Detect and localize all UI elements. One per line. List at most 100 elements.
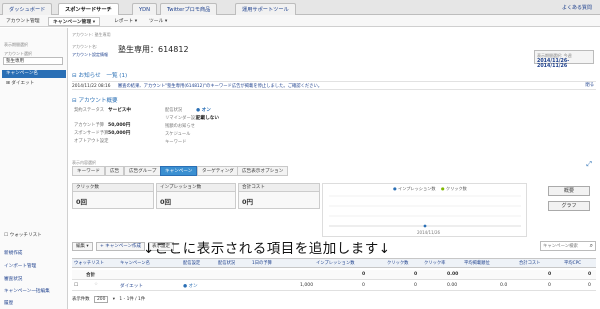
chevron-down-icon[interactable]: ▾	[113, 297, 115, 302]
status-key: 契約ステータス	[74, 108, 105, 113]
row-watch-icon[interactable]: ☆	[94, 282, 98, 287]
menu-campaign-management[interactable]: キャンペーン管理 ▾	[48, 17, 101, 26]
account-summary-heading[interactable]: ⊟ アカウント概要	[72, 96, 118, 104]
row-cpc: 0	[588, 283, 591, 288]
sidebar-link-new[interactable]: 新規作成	[4, 250, 22, 256]
metric-impressions-value: 0回	[160, 198, 172, 206]
remaining-key: 残額のお知らせ	[165, 124, 195, 129]
trend-graph: ● インプレッション数 ● クリック数 2014/11/26	[322, 183, 527, 237]
tab-sponsored-search[interactable]: スポンサードサーチ	[58, 3, 119, 15]
summary-button[interactable]: 概要	[548, 186, 590, 196]
account-title: 塾生専用：614812	[118, 45, 189, 54]
notice-close-link[interactable]: 閉る	[585, 82, 594, 88]
sponsored-budget-key: スポンサード予算	[74, 131, 109, 136]
metric-impressions-label: インプレッション数	[157, 184, 235, 192]
pagination-bar: 表示件数 200 ▾ 1 - 1件 / 1件	[72, 295, 272, 304]
menu-account-management[interactable]: アカウント管理	[2, 17, 44, 26]
annotation-text: ↓ここに表示される項目を追加します↓	[143, 241, 391, 257]
edit-menu-button[interactable]: 編集 ▾	[72, 242, 93, 251]
graph-legend: ● インプレッション数 ● クリック数	[393, 186, 467, 192]
sidebar-tab-diet-label: ダイエット	[11, 81, 35, 86]
metric-impressions[interactable]: インプレッション数 0回	[156, 183, 236, 209]
graph-button[interactable]: グラフ	[548, 201, 590, 211]
legend-clicks-marker: ●	[440, 186, 445, 191]
tab-ad-group[interactable]: 広告グループ	[124, 166, 162, 176]
content-tabs: キーワード 広告 広告グループ キャンペーン ターゲティング 広告表示オプション	[72, 166, 596, 176]
metric-cost-label: 合計コスト	[239, 184, 319, 192]
col-avg-cpc[interactable]: 平均CPC	[564, 259, 581, 269]
account-budget-key: アカウント予算	[74, 123, 105, 128]
col-delivery-setting[interactable]: 配信設定	[183, 259, 200, 269]
notice-count: 一覧 (1)	[106, 73, 128, 79]
metric-clicks-value: 0回	[76, 198, 88, 206]
col-delivery-status[interactable]: 配信状況	[218, 259, 235, 269]
col-daily-budget[interactable]: 1日の予算	[252, 259, 272, 269]
metric-clicks[interactable]: クリック数 0回	[72, 183, 154, 209]
notice-row: 2014/11/22 08:16 審査の結果、アカウント"塾生専用(614812…	[72, 81, 596, 90]
sidebar-link-review[interactable]: 審査状況	[4, 276, 22, 282]
sidebar-tab-diet[interactable]: ⊞ ダイエット	[2, 80, 66, 88]
tab-twitter[interactable]: Twitterプロモ商品	[160, 3, 218, 15]
graph-point-impressions	[423, 224, 427, 228]
col-ctr[interactable]: クリック率	[424, 259, 445, 269]
faq-link[interactable]: よくある質問	[562, 4, 592, 11]
menu-tools[interactable]: ツール ▾	[145, 17, 171, 26]
table-header: ウォッチリスト キャンペーン名 配信設定 配信状況 1日の予算 インプレッション…	[72, 258, 596, 268]
sponsored-budget-value: 50,000円	[108, 131, 131, 136]
tab-ad-extensions[interactable]: 広告表示オプション	[237, 166, 289, 176]
tab-ydn[interactable]: YDN	[132, 3, 158, 15]
per-page-label: 表示件数	[72, 297, 90, 302]
sidebar-period-label: 表示期間選択	[4, 42, 28, 47]
account-select[interactable]: 塾生専用	[3, 57, 63, 65]
breadcrumb: アカウント: 塾生専用	[72, 32, 111, 37]
tab-support-tools[interactable]: 運用サポートツール	[235, 3, 296, 15]
row-campaign-name[interactable]: ダイエット	[120, 283, 143, 289]
row-delivery-status[interactable]: ● オン	[183, 283, 198, 289]
create-campaign-button[interactable]: + キャンペーン作成	[96, 242, 145, 251]
optout-key: オプトアウト設定	[74, 139, 109, 144]
tab-ad[interactable]: 広告	[105, 166, 125, 176]
notice-heading[interactable]: ⊟ お知らせ 一覧 (1)	[72, 71, 127, 79]
menu-report[interactable]: レポート ▾	[110, 17, 141, 26]
col-impressions[interactable]: インプレッション数	[316, 259, 355, 269]
search-icon[interactable]: ⌕	[590, 242, 593, 250]
sidebar-tab-campaign[interactable]: キャンペーン名	[2, 70, 66, 78]
per-page-select[interactable]: 200	[93, 296, 109, 303]
tab-keyword[interactable]: キーワード	[72, 166, 105, 176]
table-total-row: 合計 0 0 0.00 0 0	[72, 270, 596, 280]
reminder-value: 記載しない	[196, 116, 219, 121]
col-campaign-name[interactable]: キャンペーン名	[120, 259, 150, 269]
sidebar-link-history[interactable]: 履歴	[4, 300, 13, 306]
keyword-key: キーワード	[165, 140, 187, 145]
col-watchlist[interactable]: ウォッチリスト	[74, 259, 104, 269]
date-range-picker[interactable]: 表示期間選択: 今週 2014/11/26-2014/11/26	[534, 50, 594, 69]
row-daily-budget: 1,000	[300, 283, 314, 288]
col-avg-position[interactable]: 平均掲載順位	[464, 259, 490, 269]
total-ctr: 0.00	[447, 272, 459, 277]
page-range: 1 - 1件 / 1件	[119, 297, 146, 302]
account-settings-link[interactable]: アカウント設定情報	[72, 52, 108, 58]
tab-targeting[interactable]: ターゲティング	[197, 166, 239, 176]
create-campaign-label: キャンペーン作成	[105, 244, 141, 249]
row-clicks: 0	[414, 283, 417, 288]
row-checkbox[interactable]: ☐	[74, 283, 78, 288]
campaign-search[interactable]: ⌕	[540, 241, 596, 251]
campaign-search-input[interactable]	[541, 242, 587, 250]
graph-plot	[329, 195, 521, 228]
col-total-cost[interactable]: 合計コスト	[519, 259, 540, 269]
graph-date: 2014/11/26	[417, 230, 441, 235]
legend-impressions-marker: ●	[393, 186, 397, 191]
metric-cost[interactable]: 合計コスト 0円	[238, 183, 320, 209]
tab-campaign[interactable]: キャンペーン	[160, 166, 198, 176]
legend-clicks: クリック数	[445, 186, 467, 191]
col-clicks[interactable]: クリック数	[387, 259, 408, 269]
watchlist-checkbox[interactable]: ☐ ウォッチリスト	[4, 232, 42, 238]
tab-dashboard[interactable]: ダッシュボード	[2, 3, 53, 15]
sidebar-link-import[interactable]: インポート管理	[4, 263, 36, 269]
total-cpc: 0	[588, 272, 592, 277]
notice-text[interactable]: 審査の結果、アカウント"塾生専用(614812)"のキーワード広告が掲載を停止し…	[118, 84, 322, 89]
sidebar-link-bulk-edit[interactable]: キャンペーン一括編集	[4, 288, 50, 294]
account-name-label: アカウント名:	[72, 44, 98, 49]
table-row: ☐ ☆ ダイエット ● オン 1,000 0 0 0.00 0.0 0 0	[72, 281, 596, 291]
expand-icon[interactable]: ⤢	[586, 160, 592, 169]
